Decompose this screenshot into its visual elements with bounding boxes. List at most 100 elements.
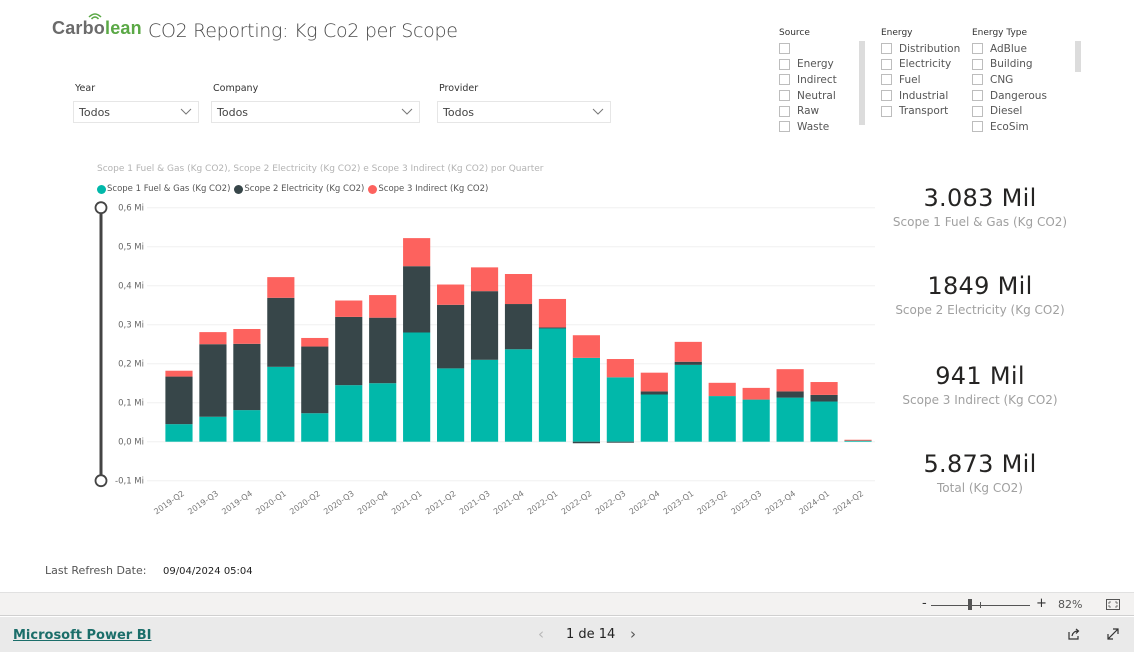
energy-option[interactable]: Transport [881,103,966,119]
bar-segment-scope2[interactable] [267,297,295,367]
bar-segment-scope2[interactable] [165,376,193,425]
fit-to-page-icon[interactable] [1106,599,1120,610]
zoom-out-button[interactable]: - [922,596,927,611]
checkbox[interactable] [779,43,790,55]
energy-type-option[interactable]: AdBlue [972,41,1062,57]
bar-segment-scope2[interactable] [538,327,567,329]
bar-segment-scope1[interactable] [267,366,295,442]
bar-segment-scope2[interactable] [606,441,634,443]
bar-segment-scope3[interactable] [470,267,499,292]
legend-item-scope2[interactable]: Scope 2 Electricity (Kg CO2) [234,184,364,194]
source-option[interactable]: Waste [779,119,849,135]
checkbox[interactable] [972,74,983,86]
bar-segment-scope3[interactable] [572,335,600,358]
bar-segment-scope1[interactable] [470,359,499,442]
energy-type-option[interactable]: EcoSim [972,119,1062,135]
zoom-slider-thumb[interactable] [968,599,972,610]
bar-segment-scope2[interactable] [504,304,533,350]
energy-option[interactable]: Industrial [881,88,966,104]
checkbox[interactable] [881,43,892,55]
energy-option[interactable]: Fuel [881,72,966,88]
bar-segment-scope1[interactable] [810,401,838,442]
bar-segment-scope3[interactable] [742,387,770,400]
bar-segment-scope3[interactable] [267,277,295,298]
bar-segment-scope3[interactable] [606,359,634,378]
bar-segment-scope1[interactable] [437,368,465,442]
energy-option[interactable]: Distribution [881,41,966,57]
source-option[interactable] [779,41,849,57]
bar-segment-scope3[interactable] [776,369,804,392]
energy-type-option[interactable]: CNG [972,72,1062,88]
source-scrollbar[interactable] [859,41,865,125]
bar-segment-scope3[interactable] [844,439,872,441]
bar-segment-scope1[interactable] [572,357,600,442]
bar-segment-scope3[interactable] [538,298,567,328]
source-option[interactable]: Neutral [779,88,849,104]
bar-segment-scope2[interactable] [335,316,363,386]
zoom-in-button[interactable]: + [1036,596,1047,611]
source-option[interactable]: Indirect [779,72,849,88]
bar-segment-scope3[interactable] [369,295,397,318]
bar-segment-scope2[interactable] [437,304,465,369]
bar-segment-scope1[interactable] [640,394,668,442]
bar-segment-scope2[interactable] [674,361,702,365]
previous-page-button[interactable]: ‹ [538,625,544,643]
bar-segment-scope3[interactable] [810,382,838,395]
bar-segment-scope3[interactable] [199,332,227,345]
provider-dropdown[interactable]: Todos [437,101,611,123]
share-icon[interactable] [1067,627,1081,641]
energy-type-option[interactable]: Building [972,57,1062,73]
bar-segment-scope1[interactable] [233,410,261,442]
source-option[interactable]: Energy [779,57,849,73]
checkbox[interactable] [881,90,892,102]
bar-segment-scope3[interactable] [640,372,668,392]
checkbox[interactable] [881,74,892,86]
source-option[interactable]: Raw [779,103,849,119]
bar-segment-scope2[interactable] [640,391,668,395]
company-dropdown[interactable]: Todos [211,101,420,123]
bar-segment-scope1[interactable] [776,397,804,442]
powerbi-link[interactable]: Microsoft Power BI [13,628,151,643]
range-slider-handle-bottom[interactable] [94,474,108,488]
bar-segment-scope3[interactable] [301,337,329,347]
bar-segment-scope1[interactable] [674,364,702,442]
bar-segment-scope2[interactable] [776,391,804,398]
checkbox[interactable] [881,58,892,70]
bar-segment-scope2[interactable] [199,344,227,417]
bar-segment-scope2[interactable] [301,346,329,414]
energy-option[interactable]: Electricity [881,57,966,73]
year-dropdown[interactable]: Todos [73,101,199,123]
checkbox[interactable] [972,43,983,55]
bar-segment-scope2[interactable] [403,266,431,333]
checkbox[interactable] [881,105,892,117]
checkbox[interactable] [972,105,983,117]
bar-segment-scope1[interactable] [742,399,770,442]
fullscreen-icon[interactable] [1106,627,1120,641]
bar-segment-scope3[interactable] [165,370,193,377]
bar-segment-scope3[interactable] [708,382,736,397]
legend-item-scope1[interactable]: Scope 1 Fuel & Gas (Kg CO2) [97,184,230,194]
bar-segment-scope2[interactable] [233,343,261,411]
checkbox[interactable] [779,90,790,102]
bar-segment-scope1[interactable] [708,396,736,442]
bar-segment-scope1[interactable] [165,424,193,442]
bar-segment-scope1[interactable] [335,385,363,442]
bar-segment-scope1[interactable] [403,332,431,442]
checkbox[interactable] [779,121,790,133]
checkbox[interactable] [972,121,983,133]
energy-type-option[interactable]: Dangerous [972,88,1062,104]
checkbox[interactable] [779,105,790,117]
next-page-button[interactable]: › [630,625,636,643]
energy-type-option[interactable]: Diesel [972,103,1062,119]
bar-segment-scope3[interactable] [504,274,533,305]
bar-segment-scope3[interactable] [674,341,702,362]
legend-item-scope3[interactable]: Scope 3 Indirect (Kg CO2) [368,184,488,194]
bar-segment-scope1[interactable] [199,416,227,442]
bar-segment-scope2[interactable] [810,394,838,402]
bar-segment-scope2[interactable] [572,441,600,444]
energy-type-scrollbar[interactable] [1075,41,1081,72]
bar-segment-scope3[interactable] [437,284,465,305]
range-slider-handle-top[interactable] [94,201,108,215]
bar-segment-scope1[interactable] [369,383,397,442]
bar-segment-scope1[interactable] [301,413,329,442]
